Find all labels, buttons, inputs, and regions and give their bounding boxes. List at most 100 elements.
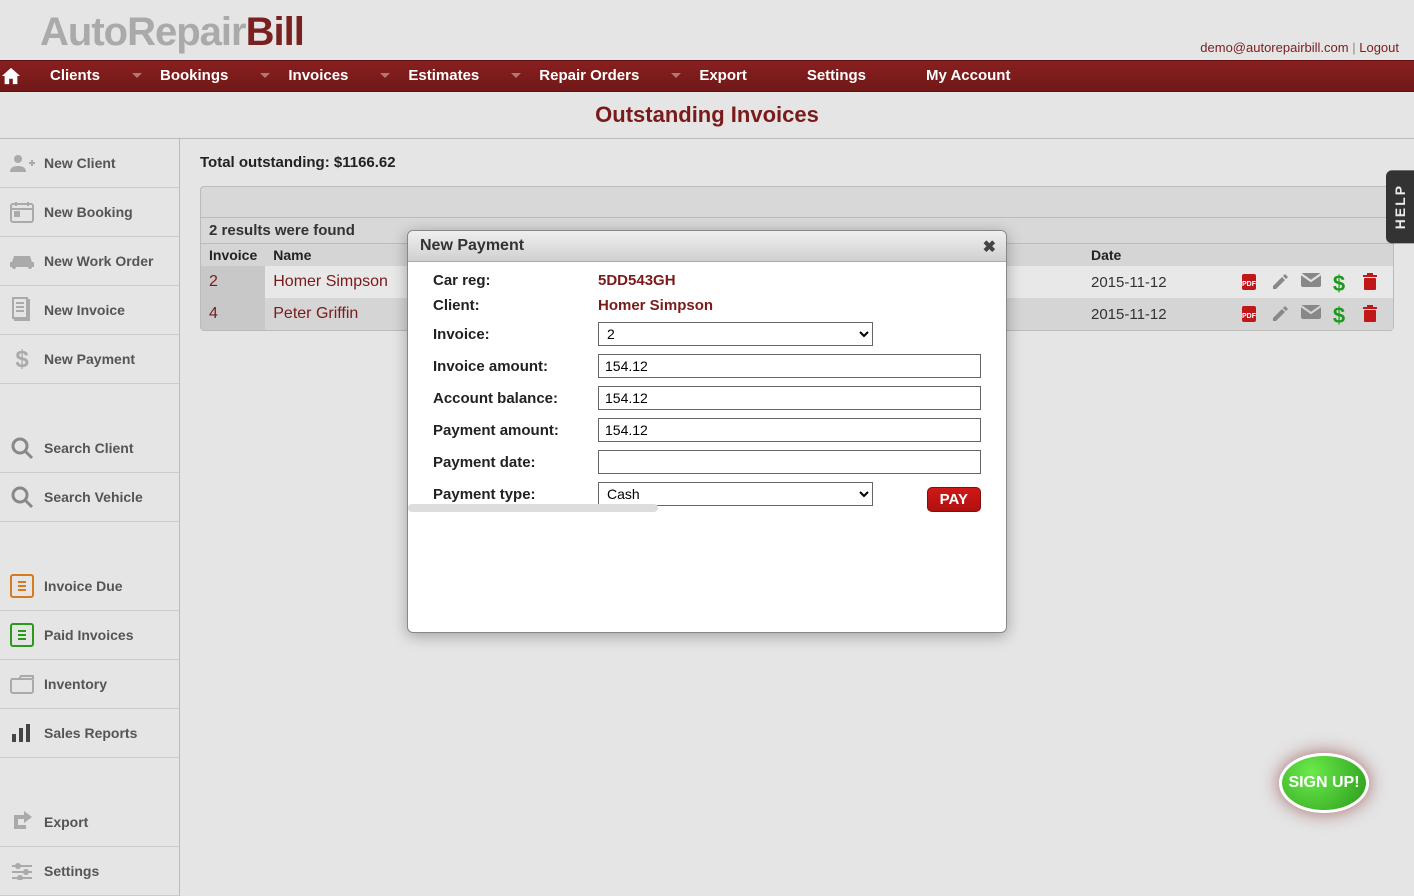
th-invoice: Invoice [201, 244, 265, 267]
sidebar-settings[interactable]: Settings [0, 847, 179, 896]
svg-text:PDF: PDF [1242, 313, 1257, 320]
sidebar-new-client[interactable]: New Client [0, 139, 179, 188]
document-green-icon [8, 621, 36, 649]
payment-date-input[interactable] [598, 450, 981, 474]
nav-export[interactable]: Export [689, 60, 797, 92]
page-title: Outstanding Invoices [0, 102, 1414, 128]
account-balance-input[interactable] [598, 386, 981, 410]
label-payment-type: Payment type: [433, 486, 598, 503]
scroll-indicator [408, 504, 658, 512]
logo-part2: Bill [246, 10, 304, 54]
chevron-down-icon [260, 73, 270, 78]
sidebar-search-client[interactable]: Search Client [0, 424, 179, 473]
label-car-reg: Car reg: [433, 272, 598, 289]
nav-estimates[interactable]: Estimates [398, 60, 529, 92]
new-payment-modal: New Payment ✖ Car reg: 5DD543GH Client: … [407, 230, 1007, 633]
payment-type-select[interactable]: Cash [598, 482, 873, 506]
sliders-icon [8, 857, 36, 885]
svg-text:$: $ [1332, 304, 1344, 326]
mail-icon[interactable] [1300, 304, 1322, 324]
sidebar-inventory[interactable]: Inventory [0, 660, 179, 709]
nav-my-account[interactable]: My Account [916, 60, 1060, 92]
nav-invoices[interactable]: Invoices [278, 60, 398, 92]
modal-title-text: New Payment [420, 237, 524, 254]
payment-dollar-icon[interactable]: $ [1331, 272, 1353, 292]
mail-icon[interactable] [1300, 272, 1322, 292]
svg-text:$: $ [15, 346, 29, 372]
close-icon[interactable]: ✖ [983, 237, 996, 257]
cell-date: 2015-11-12 [1083, 298, 1203, 330]
user-links: demo@autorepairbill.com | Logout [1200, 40, 1399, 55]
person-plus-icon [8, 149, 36, 177]
pdf-icon[interactable]: PDF [1239, 272, 1261, 292]
search-icon [8, 434, 36, 462]
bar-chart-icon [8, 719, 36, 747]
cell-date: 2015-11-12 [1083, 266, 1203, 298]
home-icon[interactable] [0, 66, 40, 86]
folder-icon [8, 670, 36, 698]
invoice-amount-input[interactable] [598, 354, 981, 378]
sidebar-new-booking[interactable]: New Booking [0, 188, 179, 237]
value-client: Homer Simpson [598, 297, 713, 314]
pdf-icon[interactable]: PDF [1239, 304, 1261, 324]
invoice-select[interactable]: 2 [598, 322, 873, 346]
label-invoice: Invoice: [433, 326, 598, 343]
cell-invoice[interactable]: 4 [201, 298, 265, 330]
user-email-link[interactable]: demo@autorepairbill.com [1200, 40, 1348, 55]
label-payment-amount: Payment amount: [433, 422, 598, 439]
search-icon [8, 483, 36, 511]
calendar-icon [8, 198, 36, 226]
chevron-down-icon [380, 73, 390, 78]
chevron-down-icon [511, 73, 521, 78]
nav-settings[interactable]: Settings [797, 60, 916, 92]
sidebar: New Client New Booking New Work Order Ne… [0, 139, 180, 896]
nav-repair-orders[interactable]: Repair Orders [529, 60, 689, 92]
sidebar-invoice-due[interactable]: Invoice Due [0, 562, 179, 611]
header-logo-area: AutoRepairBill demo@autorepairbill.com |… [0, 0, 1414, 60]
sub-header: Outstanding Invoices [0, 92, 1414, 139]
chevron-down-icon [671, 73, 681, 78]
sidebar-search-vehicle[interactable]: Search Vehicle [0, 473, 179, 522]
help-tab[interactable]: HELP [1386, 170, 1414, 243]
dollar-icon: $ [8, 345, 36, 373]
car-icon [8, 247, 36, 275]
label-payment-date: Payment date: [433, 454, 598, 471]
sidebar-new-invoice[interactable]: New Invoice [0, 286, 179, 335]
sidebar-paid-invoices[interactable]: Paid Invoices [0, 611, 179, 660]
total-outstanding: Total outstanding: $1166.62 [200, 154, 1394, 171]
signup-button[interactable]: SIGN UP! [1279, 753, 1369, 813]
sidebar-sales-reports[interactable]: Sales Reports [0, 709, 179, 758]
value-car-reg: 5DD543GH [598, 272, 676, 289]
th-date: Date [1083, 244, 1203, 267]
document-orange-icon [8, 572, 36, 600]
modal-titlebar[interactable]: New Payment ✖ [408, 231, 1006, 262]
label-invoice-amount: Invoice amount: [433, 358, 598, 375]
cell-actions: PDF $ [1203, 266, 1393, 298]
logout-link[interactable]: Logout [1359, 40, 1399, 55]
nav-bookings[interactable]: Bookings [150, 60, 278, 92]
edit-icon[interactable] [1270, 272, 1292, 292]
chevron-down-icon [132, 73, 142, 78]
cell-invoice[interactable]: 2 [201, 266, 265, 298]
export-arrow-icon [8, 808, 36, 836]
document-icon [8, 296, 36, 324]
svg-text:$: $ [1332, 272, 1344, 294]
pay-button[interactable]: PAY [927, 487, 981, 512]
svg-text:PDF: PDF [1242, 281, 1257, 288]
nav-clients[interactable]: Clients [40, 60, 150, 92]
logo: AutoRepairBill [40, 10, 1374, 55]
sidebar-new-payment[interactable]: $ New Payment [0, 335, 179, 384]
main-nav: Clients Bookings Invoices Estimates Repa… [0, 60, 1414, 92]
sidebar-export[interactable]: Export [0, 798, 179, 847]
payment-dollar-icon[interactable]: $ [1331, 304, 1353, 324]
sidebar-new-work-order[interactable]: New Work Order [0, 237, 179, 286]
modal-body: Car reg: 5DD543GH Client: Homer Simpson … [408, 262, 1006, 632]
trash-icon[interactable] [1361, 272, 1383, 292]
payment-amount-input[interactable] [598, 418, 981, 442]
cell-actions: PDF $ [1203, 298, 1393, 330]
edit-icon[interactable] [1270, 304, 1292, 324]
logo-part1: AutoRepair [40, 10, 246, 54]
label-client: Client: [433, 297, 598, 314]
label-account-balance: Account balance: [433, 390, 598, 407]
trash-icon[interactable] [1361, 304, 1383, 324]
